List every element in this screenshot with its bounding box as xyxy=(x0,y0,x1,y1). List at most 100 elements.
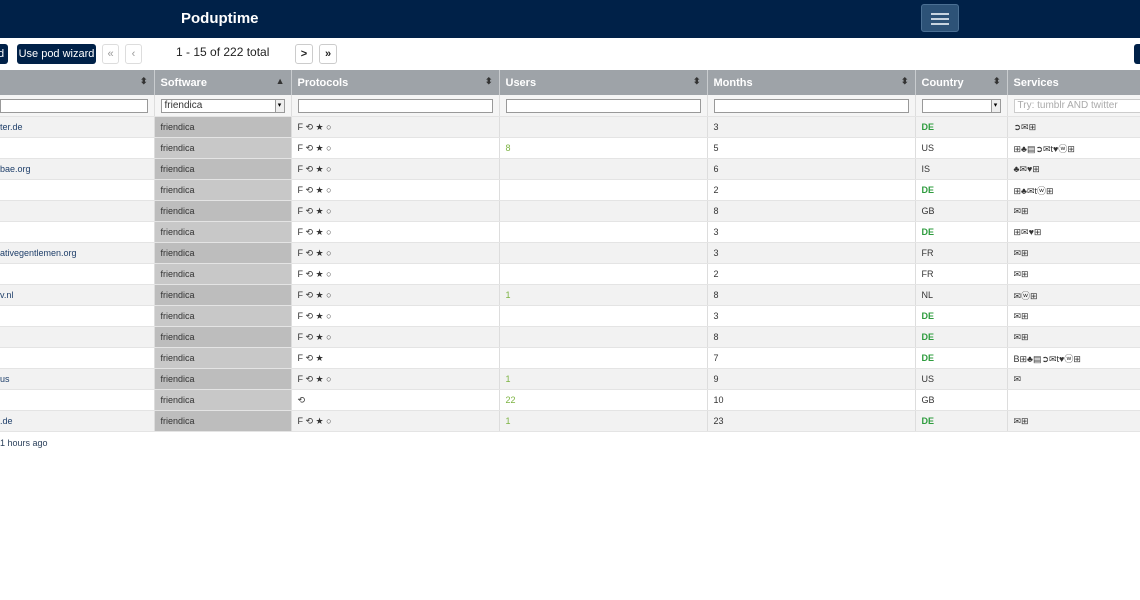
host-cell[interactable]: v.nl xyxy=(0,284,155,306)
country-cell: FR xyxy=(915,263,1008,285)
filter-protocols-input[interactable] xyxy=(297,98,493,113)
last-page-button[interactable]: » xyxy=(319,44,337,64)
col-header-protocols[interactable]: Protocols ⬍ xyxy=(291,70,500,95)
software-cell: friendica xyxy=(154,347,292,369)
users-cell: 8 xyxy=(499,137,708,159)
services-cell: ✉⊞ xyxy=(1007,410,1140,432)
table-row: v.nl friendica F ⟲ ★ ○ 1 8 NL ✉ⓦ⊞ xyxy=(0,284,1140,306)
brand-title[interactable]: Poduptime xyxy=(181,10,259,27)
months-cell: 7 xyxy=(707,347,916,369)
country-cell: DE xyxy=(915,326,1008,348)
last-updated-text: 1 hours ago xyxy=(0,438,48,448)
services-cell: B⊞♣▤➲✉t♥ⓦ⊞ xyxy=(1007,347,1140,369)
host-cell[interactable] xyxy=(0,221,155,243)
country-cell: GB xyxy=(915,389,1008,411)
col-header-services[interactable]: Services xyxy=(1007,70,1140,95)
host-cell[interactable]: us xyxy=(0,368,155,390)
next-page-button[interactable]: > xyxy=(295,44,313,64)
host-cell[interactable] xyxy=(0,179,155,201)
filter-software-select[interactable]: friendica ▾ xyxy=(160,98,285,113)
users-cell xyxy=(499,221,708,243)
services-cell: ✉⊞ xyxy=(1007,305,1140,327)
pods-table: ⬍ Software ▲ Protocols ⬍ Users ⬍ Months ⬍ Co… xyxy=(0,70,1140,432)
hamburger-icon-bar xyxy=(931,18,949,20)
filter-country-select[interactable]: ▾ xyxy=(921,98,1001,113)
software-cell: friendica xyxy=(154,326,292,348)
months-cell: 3 xyxy=(707,242,916,264)
host-cell[interactable]: .de xyxy=(0,410,155,432)
country-cell: FR xyxy=(915,242,1008,264)
country-cell: NL xyxy=(915,284,1008,306)
toolbar: d Use pod wizard « ‹ 1 - 15 of 222 total… xyxy=(0,38,1140,70)
prev-page-button[interactable]: ‹ xyxy=(125,44,142,64)
software-cell: friendica xyxy=(154,137,292,159)
col-header-months[interactable]: Months ⬍ xyxy=(707,70,916,95)
table-row: friendica F ⟲ ★ ○ 2 DE ⊞♣✉tⓦ⊞ xyxy=(0,179,1140,201)
protocols-cell: F ⟲ ★ ○ xyxy=(291,179,500,201)
users-cell xyxy=(499,179,708,201)
filter-services-input[interactable]: Try: tumblr AND twitter xyxy=(1013,98,1140,113)
table-row: friendica F ⟲ ★ ○ 8 5 US ⊞♣▤➲✉t♥ⓦ⊞ xyxy=(0,137,1140,159)
software-cell: friendica xyxy=(154,242,292,264)
country-cell: IS xyxy=(915,158,1008,180)
host-cell[interactable]: ter.de xyxy=(0,116,155,138)
hamburger-icon xyxy=(931,13,949,15)
table-row: ativegentlemen.org friendica F ⟲ ★ ○ 3 FR ✉⊞ xyxy=(0,242,1140,264)
host-cell[interactable] xyxy=(0,137,155,159)
months-cell: 8 xyxy=(707,200,916,222)
col-header-software[interactable]: Software ▲ xyxy=(154,70,292,95)
months-cell: 3 xyxy=(707,221,916,243)
menu-toggle-button[interactable] xyxy=(921,4,959,32)
users-cell xyxy=(499,347,708,369)
country-cell: DE xyxy=(915,221,1008,243)
host-cell[interactable] xyxy=(0,200,155,222)
months-cell: 3 xyxy=(707,116,916,138)
table-row: .de friendica F ⟲ ★ ○ 1 23 DE ✉⊞ xyxy=(0,410,1140,432)
services-cell: ✉ xyxy=(1007,368,1140,390)
host-cell[interactable]: bae.org xyxy=(0,158,155,180)
table-row: friendica F ⟲ ★ ○ 3 DE ✉⊞ xyxy=(0,305,1140,327)
protocols-cell: F ⟲ ★ ○ xyxy=(291,263,500,285)
filter-host-cell xyxy=(0,95,155,117)
services-cell: ⊞♣▤➲✉t♥ⓦ⊞ xyxy=(1007,137,1140,159)
left-edge-button[interactable]: d xyxy=(0,44,8,64)
users-cell xyxy=(499,305,708,327)
filter-country-cell: ▾ xyxy=(915,95,1008,117)
chevron-down-icon: ▾ xyxy=(274,99,284,112)
services-cell: ♣✉♥⊞ xyxy=(1007,158,1140,180)
months-cell: 5 xyxy=(707,137,916,159)
users-cell xyxy=(499,326,708,348)
first-page-button[interactable]: « xyxy=(102,44,119,64)
col-header-country[interactable]: Country ⬍ xyxy=(915,70,1008,95)
users-cell xyxy=(499,263,708,285)
host-cell[interactable] xyxy=(0,305,155,327)
filter-host-input[interactable] xyxy=(0,98,148,113)
services-cell: ✉⊞ xyxy=(1007,200,1140,222)
navbar: Poduptime xyxy=(0,0,1140,38)
country-cell: DE xyxy=(915,179,1008,201)
filter-months-input[interactable] xyxy=(713,98,909,113)
months-cell: 6 xyxy=(707,158,916,180)
software-cell: friendica xyxy=(154,284,292,306)
software-cell: friendica xyxy=(154,263,292,285)
right-edge-button[interactable] xyxy=(1134,44,1140,64)
host-cell[interactable] xyxy=(0,326,155,348)
users-cell: 22 xyxy=(499,389,708,411)
table-row: us friendica F ⟲ ★ ○ 1 9 US ✉ xyxy=(0,368,1140,390)
months-cell: 23 xyxy=(707,410,916,432)
protocols-cell: F ⟲ ★ ○ xyxy=(291,410,500,432)
host-cell[interactable] xyxy=(0,389,155,411)
protocols-cell: ⟲ xyxy=(291,389,500,411)
host-cell[interactable]: ativegentlemen.org xyxy=(0,242,155,264)
protocols-cell: F ⟲ ★ ○ xyxy=(291,200,500,222)
col-header-users[interactable]: Users ⬍ xyxy=(499,70,708,95)
months-cell: 10 xyxy=(707,389,916,411)
pod-wizard-button[interactable]: Use pod wizard xyxy=(17,44,96,64)
col-header-host[interactable]: ⬍ xyxy=(0,70,155,95)
services-cell: ✉ⓦ⊞ xyxy=(1007,284,1140,306)
protocols-cell: F ⟲ ★ ○ xyxy=(291,116,500,138)
table-row: friendica F ⟲ ★ ○ 3 DE ⊞✉♥⊞ xyxy=(0,221,1140,243)
host-cell[interactable] xyxy=(0,347,155,369)
filter-users-input[interactable] xyxy=(505,98,701,113)
host-cell[interactable] xyxy=(0,263,155,285)
